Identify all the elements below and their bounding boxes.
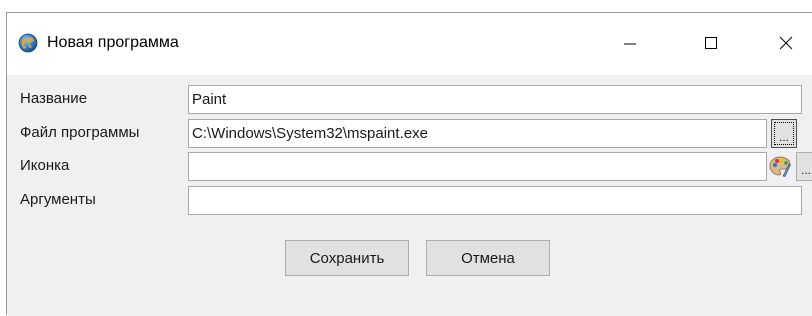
paint-palette-icon (769, 155, 791, 177)
dialog-body: Название Файл программы ... Иконка ... А… (7, 75, 812, 316)
name-label: Название (20, 90, 88, 107)
close-button[interactable] (763, 21, 809, 65)
file-label: Файл программы (20, 124, 140, 141)
icon-label: Иконка (20, 157, 70, 174)
args-label: Аргументы (20, 191, 96, 208)
save-button[interactable]: Сохранить (285, 240, 409, 276)
minimize-icon (623, 36, 637, 50)
minimize-button[interactable] (607, 21, 653, 65)
cancel-button[interactable]: Отмена (426, 240, 550, 276)
file-browse-button[interactable]: ... (771, 119, 797, 148)
maximize-button[interactable] (688, 21, 734, 65)
icon-path-input[interactable] (188, 152, 767, 181)
new-program-dialog: Новая программа Название Файл программы … (6, 12, 812, 316)
arguments-input[interactable] (188, 186, 802, 215)
globe-icon (18, 33, 38, 53)
title-bar[interactable]: Новая программа (7, 13, 812, 75)
window-title: Новая программа (47, 34, 179, 51)
maximize-icon (704, 36, 718, 50)
icon-browse-button[interactable]: ... (796, 152, 812, 181)
file-path-input[interactable] (188, 119, 767, 148)
close-icon (779, 36, 793, 50)
name-input[interactable] (188, 85, 802, 114)
